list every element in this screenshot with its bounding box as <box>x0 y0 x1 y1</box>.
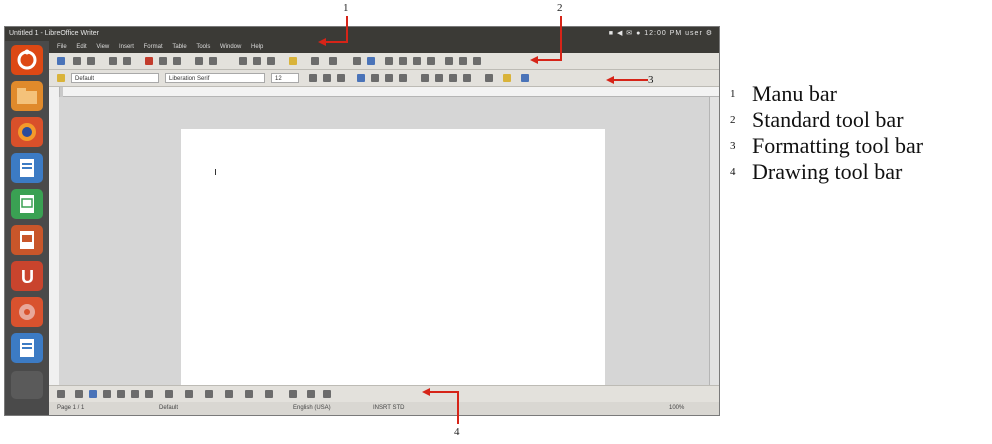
legend-label: Drawing tool bar <box>752 159 903 184</box>
arrow-1 <box>324 16 348 43</box>
arrow-2 <box>536 16 562 61</box>
legend-number: 4 <box>730 166 736 178</box>
arrowhead-2 <box>530 56 538 64</box>
legend-label: Manu bar <box>752 81 837 106</box>
legend-number: 1 <box>730 88 736 100</box>
legend-item: 3 Formatting tool bar <box>730 134 990 160</box>
legend: 1 Manu bar 2 Standard tool bar 3 Formatt… <box>730 82 990 186</box>
legend-number: 2 <box>730 114 736 126</box>
callout-arrows <box>318 16 648 424</box>
arrowhead-1 <box>318 38 326 46</box>
legend-item: 1 Manu bar <box>730 82 990 108</box>
arrow-4 <box>428 391 459 424</box>
legend-item: 4 Drawing tool bar <box>730 160 990 186</box>
legend-item: 2 Standard tool bar <box>730 108 990 134</box>
arrowhead-3 <box>606 76 614 84</box>
legend-label: Standard tool bar <box>752 107 904 132</box>
legend-label: Formatting tool bar <box>752 133 924 158</box>
legend-number: 3 <box>730 140 736 152</box>
arrowhead-4 <box>422 388 430 396</box>
